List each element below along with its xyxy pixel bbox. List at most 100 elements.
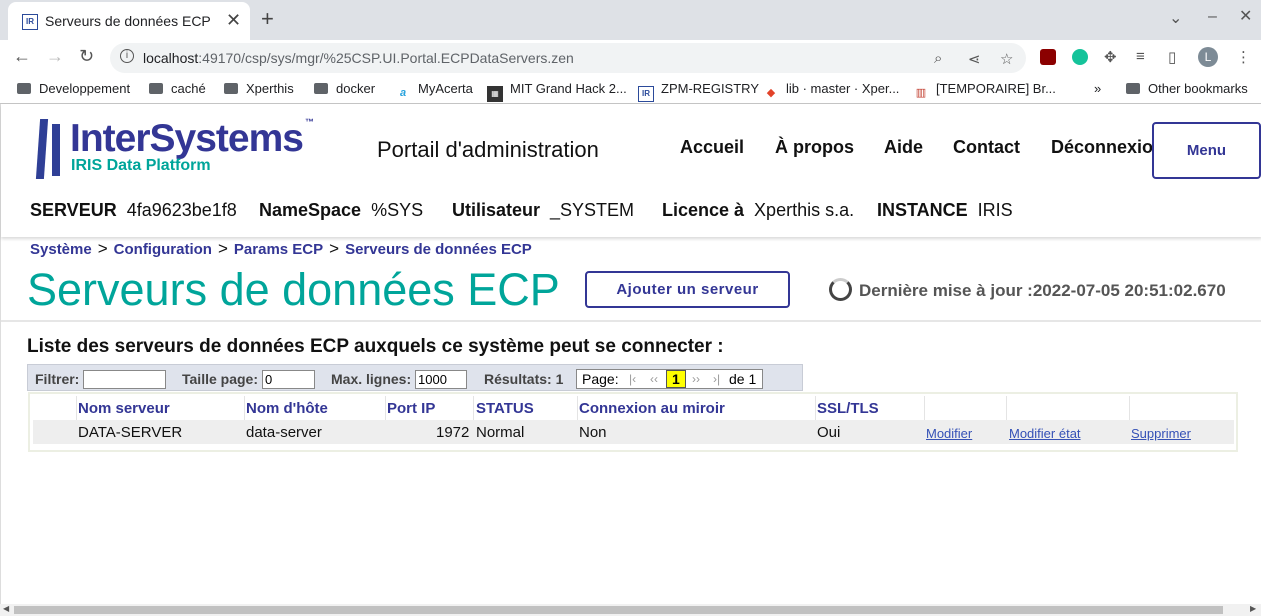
extensions-icon[interactable]: ✥ xyxy=(1104,48,1117,66)
side-panel-icon[interactable]: ▯ xyxy=(1168,48,1176,66)
url-text[interactable]: localhost:49170/csp/sys/mgr/%25CSP.UI.Po… xyxy=(143,50,574,66)
breadcrumb-ecp-params[interactable]: Params ECP xyxy=(234,241,323,258)
tab-search-icon[interactable]: ⌄ xyxy=(1169,8,1182,28)
breadcrumb-system[interactable]: Système xyxy=(30,241,92,258)
grammarly-icon[interactable] xyxy=(1072,49,1088,65)
bookmarks-overflow-icon[interactable]: » xyxy=(1094,81,1101,96)
folder-icon xyxy=(314,83,328,94)
column-separator xyxy=(244,396,245,420)
back-icon[interactable]: ← xyxy=(13,46,31,67)
bookmark-folder[interactable]: caché xyxy=(149,81,206,96)
instance-info: INSTANCE IRIS xyxy=(877,200,1013,220)
delete-link[interactable]: Supprimer xyxy=(1131,426,1191,441)
bookmark-folder[interactable]: docker xyxy=(314,81,375,96)
logo-mark-icon xyxy=(35,119,49,179)
chrome-menu-icon[interactable]: ⋮ xyxy=(1236,48,1251,66)
nav-help[interactable]: Aide xyxy=(884,137,923,158)
col-header-ip-port[interactable]: Port IP xyxy=(387,400,435,417)
logo-mark-icon xyxy=(52,124,60,176)
nav-logout[interactable]: Déconnexion xyxy=(1051,137,1164,158)
minimize-icon[interactable]: – xyxy=(1208,8,1217,26)
site-info-icon[interactable]: i xyxy=(120,49,134,63)
media-icon[interactable]: ≡ xyxy=(1136,48,1145,65)
address-toolbar: ← → ↻ i localhost:49170/csp/sys/mgr/%25C… xyxy=(0,40,1261,75)
bookmark-link[interactable]: a MyAcerta xyxy=(395,81,473,101)
server-info: SERVEUR 4fa9623be1f8 xyxy=(30,200,237,220)
nav-home[interactable]: Accueil xyxy=(680,137,744,158)
nav-contact[interactable]: Contact xyxy=(953,137,1020,158)
user-info: Utilisateur _SYSTEM xyxy=(452,200,635,220)
bookmark-link[interactable]: ◆ lib · master · Xper... xyxy=(763,81,900,101)
column-separator xyxy=(76,396,77,420)
scroll-right-icon[interactable]: ▶ xyxy=(1250,604,1256,613)
scrollbar-thumb[interactable] xyxy=(14,606,1223,614)
page-content: InterSystems ™ IRIS Data Platform Portail… xyxy=(0,104,1261,604)
page-of-label: de 1 xyxy=(729,371,757,387)
bookmark-link[interactable]: ▥ [TEMPORAIRE] Br... xyxy=(913,81,1056,101)
menu-button[interactable]: Menu xyxy=(1152,122,1261,179)
current-page[interactable]: 1 xyxy=(666,370,686,388)
horizontal-scrollbar[interactable]: ◀ ▶ xyxy=(0,604,1261,616)
refresh-icon[interactable] xyxy=(829,278,852,301)
nav-about[interactable]: À propos xyxy=(775,137,854,158)
last-page-icon[interactable]: ›| xyxy=(713,372,720,386)
close-tab-icon[interactable]: ✕ xyxy=(226,10,241,31)
column-separator xyxy=(1129,396,1130,420)
edit-link[interactable]: Modifier xyxy=(926,426,972,441)
cell-mirror: Non xyxy=(579,424,607,441)
folder-icon xyxy=(224,83,238,94)
bookmark-star-icon[interactable]: ☆ xyxy=(1000,50,1013,68)
first-page-icon[interactable]: |‹ xyxy=(629,372,636,386)
col-header-status[interactable]: STATUS xyxy=(476,400,534,417)
logo-text[interactable]: InterSystems ™ xyxy=(70,117,314,161)
share-icon[interactable]: ⋖ xyxy=(968,50,981,68)
page-size-label: Taille page: xyxy=(182,371,258,387)
cell-server-name: DATA-SERVER xyxy=(78,424,183,441)
bookmark-folder-other[interactable]: Other bookmarks xyxy=(1126,81,1248,96)
forward-icon[interactable]: → xyxy=(46,46,64,67)
edit-state-link[interactable]: Modifier état xyxy=(1009,426,1081,441)
column-separator xyxy=(1006,396,1007,420)
bookmark-folder[interactable]: Developpement xyxy=(17,81,130,96)
new-tab-icon[interactable]: + xyxy=(261,6,274,32)
column-separator xyxy=(473,396,474,420)
col-header-mirror[interactable]: Connexion au miroir xyxy=(579,400,725,417)
bookmark-folder[interactable]: Xperthis xyxy=(224,81,294,96)
scroll-left-icon[interactable]: ◀ xyxy=(3,604,9,613)
breadcrumb-configuration[interactable]: Configuration xyxy=(114,241,212,258)
omnibox[interactable]: i localhost:49170/csp/sys/mgr/%25CSP.UI.… xyxy=(110,43,1026,73)
profile-avatar[interactable]: L xyxy=(1198,47,1218,67)
reload-icon[interactable]: ↻ xyxy=(79,46,94,67)
myacerta-icon: a xyxy=(399,87,407,99)
prev-page-icon[interactable]: ‹‹ xyxy=(650,372,658,386)
bookmark-link[interactable]: IR ZPM-REGISTRY xyxy=(638,81,759,102)
browser-tab[interactable]: IR Serveurs de données ECP ✕ xyxy=(8,2,250,40)
column-separator xyxy=(577,396,578,420)
close-window-icon[interactable]: ✕ xyxy=(1239,6,1252,26)
table-filter-bar: Filtrer: Taille page: Max. lignes: Résul… xyxy=(27,364,803,391)
cell-ip-port: 1972 xyxy=(436,424,470,441)
col-header-ssl[interactable]: SSL/TLS xyxy=(817,400,879,417)
zoom-icon[interactable]: ⌕ xyxy=(934,50,942,67)
max-rows-input[interactable] xyxy=(415,370,467,389)
col-header-host-name[interactable]: Nom d'hôte xyxy=(246,400,328,417)
page-size-input[interactable] xyxy=(262,370,315,389)
next-page-icon[interactable]: ›› xyxy=(692,372,700,386)
results-count: Résultats: 1 xyxy=(484,371,564,387)
column-separator xyxy=(385,396,386,420)
last-update-text: Dernière mise à jour :2022-07-05 20:51:0… xyxy=(859,281,1226,300)
iris-icon: IR xyxy=(638,86,654,102)
filter-input[interactable] xyxy=(83,370,166,389)
folder-icon xyxy=(1126,83,1140,94)
add-server-button[interactable]: Ajouter un serveur xyxy=(585,271,790,308)
bookmark-link[interactable]: ▦ MIT Grand Hack 2... xyxy=(487,81,627,102)
cell-host-name: data-server xyxy=(246,424,322,441)
breadcrumb: Système > Configuration > Params ECP > Serveur… xyxy=(30,239,532,258)
breadcrumb-current[interactable]: Serveurs de données ECP xyxy=(345,241,532,258)
col-header-server-name[interactable]: Nom serveur xyxy=(78,400,170,417)
cell-status: Normal xyxy=(476,424,525,441)
page-title: Serveurs de données ECP xyxy=(27,264,560,315)
ublock-icon[interactable] xyxy=(1040,49,1056,65)
table-row[interactable]: DATA-SERVER data-server 1972 Normal Non … xyxy=(33,420,1234,444)
divider xyxy=(1,320,1261,322)
